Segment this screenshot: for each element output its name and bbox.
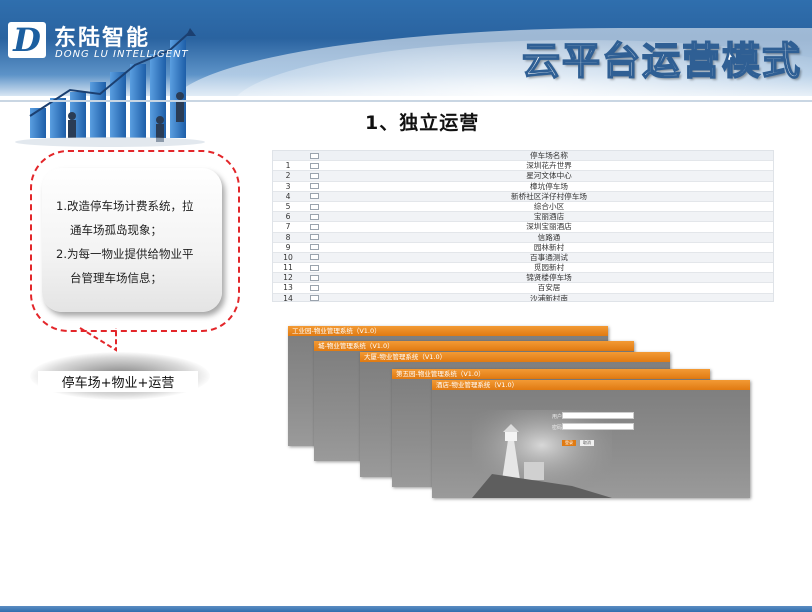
row-checkbox[interactable] (309, 223, 319, 230)
system-window-5[interactable]: 酒店-物业管理系统（V1.0） 用户 密码 登录 取消 (432, 380, 750, 498)
password-label: 密码 (552, 425, 563, 431)
company-logo: D (8, 21, 46, 59)
row-checkbox[interactable] (309, 254, 319, 261)
row-checkbox[interactable] (309, 203, 319, 210)
footer-bar (0, 606, 812, 612)
table-row[interactable]: 7 深圳宝丽酒店 (273, 222, 773, 233)
window-title-bar: 第五园-物业管理系统（V1.0） (392, 369, 710, 379)
row-checkbox[interactable] (309, 285, 319, 292)
brand-name-cn: 东陆智能 (54, 26, 151, 51)
table-row[interactable]: 12 锦贤楼停车场 (273, 273, 773, 284)
table-row[interactable]: 13 百安居 (273, 283, 773, 294)
brand-name-en: DONG LU INTELLIGENT (55, 49, 189, 60)
table-row[interactable]: 10 百事通测试 (273, 252, 773, 264)
table-row[interactable]: 1 深圳花卉世界 (273, 161, 773, 172)
table-header-row: 停车场名称 (273, 151, 773, 162)
caption-text: 停车场+物业+运营 (38, 371, 198, 392)
header-divider (0, 100, 812, 102)
bubble-line: 台管理车场信息； (70, 271, 162, 285)
row-checkbox[interactable] (309, 172, 319, 179)
table-row[interactable]: 14 沙浦新村南 (273, 293, 773, 301)
table-row[interactable]: 4 新桥社区洋仔村停车场 (273, 191, 773, 202)
row-checkbox[interactable] (309, 183, 319, 190)
row-checkbox[interactable] (309, 234, 319, 241)
row-checkbox[interactable] (309, 193, 319, 200)
row-checkbox[interactable] (309, 213, 319, 220)
table-row[interactable]: 11 觅园新村 (273, 263, 773, 274)
table-row[interactable]: 2 星河文体中心 (273, 171, 773, 182)
bubble-line: 通车场孤岛现象； (70, 223, 162, 237)
table-row[interactable]: 8 信路通 (273, 232, 773, 243)
table-row[interactable]: 6 宝丽酒店 (273, 212, 773, 223)
column-header-name: 停车场名称 (530, 151, 568, 160)
section-title: 1、独立运营 (365, 112, 480, 134)
login-form: 用户 密码 登录 取消 (552, 412, 638, 448)
logo-letter: D (13, 21, 41, 59)
table-row[interactable]: 5 综合小区 (273, 201, 773, 213)
description-bubble: 1.改造停车场计费系统，拉 通车场孤岛现象； 2.为每一物业提供给物业平 台管理… (42, 168, 222, 312)
row-checkbox[interactable] (309, 274, 319, 281)
username-label: 用户 (552, 414, 563, 420)
row-checkbox[interactable] (309, 295, 319, 301)
window-title-bar: 酒店-物业管理系统（V1.0） (432, 380, 750, 390)
table-row[interactable]: 3 樟坑停车场 (273, 181, 773, 192)
parking-lot-table: 停车场名称 1 深圳花卉世界 2 星河文体中心 3 樟坑停车场 4 新桥社区洋仔村停车场… (272, 150, 774, 302)
row-checkbox[interactable] (309, 162, 319, 169)
cancel-button[interactable]: 取消 (580, 440, 594, 446)
window-title-bar: 工业园-物业管理系统（V1.0） (288, 326, 608, 336)
row-checkbox[interactable] (309, 244, 319, 251)
bubble-line: 2.为每一物业提供给物业平 (56, 247, 194, 261)
bubble-line: 1.改造停车场计费系统，拉 (56, 199, 194, 213)
window-title-bar: 城-物业管理系统（V1.0） (314, 341, 634, 351)
slide-slogan: 云平台运营模式 (521, 38, 802, 84)
select-all-checkbox[interactable] (309, 152, 319, 159)
username-input[interactable] (562, 412, 634, 419)
login-button[interactable]: 登录 (562, 440, 576, 446)
row-checkbox[interactable] (309, 264, 319, 271)
password-input[interactable] (562, 423, 634, 430)
table-row[interactable]: 9 园林新村 (273, 242, 773, 253)
window-title-bar: 大厦-物业管理系统（V1.0） (360, 352, 670, 362)
